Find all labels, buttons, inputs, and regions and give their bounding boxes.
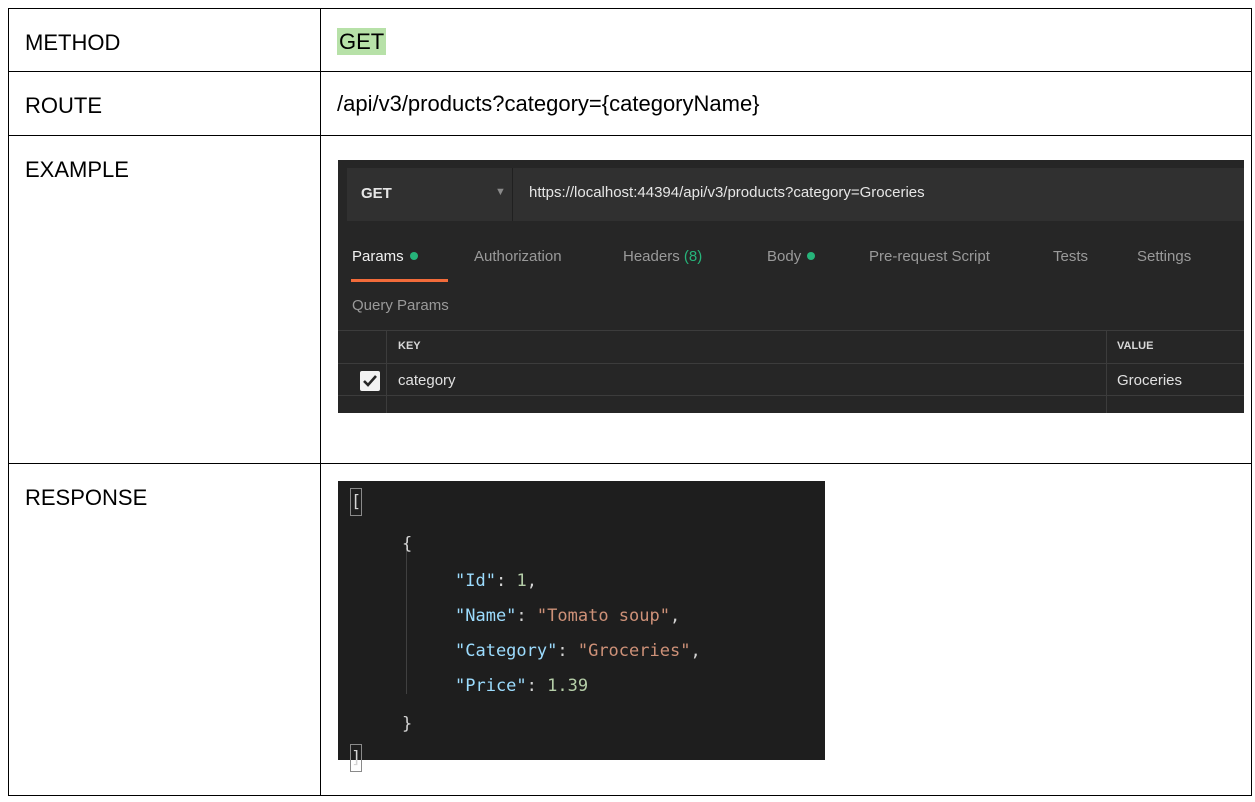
json-key: "Price": [455, 676, 527, 696]
json-colon: :: [495, 571, 517, 591]
json-key: "Category": [455, 641, 558, 661]
request-url-input[interactable]: https://localhost:44394/api/v3/products?…: [529, 184, 925, 201]
query-params-title: Query Params: [352, 297, 449, 314]
indent-guide: [406, 548, 407, 694]
method-label: METHOD: [8, 8, 321, 72]
tab-authorization[interactable]: Authorization: [474, 248, 562, 265]
example-cell: GET ▼ https://localhost:44394/api/v3/pro…: [320, 135, 1252, 464]
api-doc-table: METHOD GET ROUTE /api/v3/products?catego…: [8, 8, 1252, 796]
params-table-column-divider: [1106, 330, 1107, 413]
json-field-price: "Price": 1.39: [455, 673, 588, 699]
status-dot-icon: [409, 252, 418, 261]
json-value: 1.39: [547, 676, 589, 696]
json-comma: ,: [690, 641, 701, 661]
json-key: "Id": [455, 571, 496, 591]
tab-params[interactable]: Params: [352, 248, 418, 265]
example-label: EXAMPLE: [8, 135, 321, 464]
json-field-category: "Category": "Groceries",: [455, 638, 701, 664]
route-value: /api/v3/products?category={categoryName}: [337, 91, 760, 116]
request-method-select[interactable]: GET: [361, 185, 392, 202]
json-close-bracket: ]: [349, 744, 363, 772]
request-tabs: Params Authorization Headers (8) Body Pr…: [338, 248, 1244, 278]
param-enabled-checkbox[interactable]: [360, 371, 380, 391]
tab-settings[interactable]: Settings: [1137, 248, 1191, 265]
headers-count-badge: (8): [683, 248, 703, 265]
status-dot-icon: [807, 252, 816, 261]
json-open-bracket: [: [349, 488, 363, 516]
tab-body[interactable]: Body: [767, 248, 816, 265]
request-url-bar: GET ▼ https://localhost:44394/api/v3/pro…: [347, 168, 1244, 221]
params-table-border: [338, 395, 1244, 396]
method-highlight: GET: [337, 28, 387, 55]
json-colon: :: [557, 641, 578, 661]
params-table-border: [338, 330, 1244, 331]
json-open-brace: {: [402, 534, 413, 554]
active-tab-underline: [351, 279, 448, 282]
method-value-cell: GET: [320, 8, 1252, 72]
tab-headers[interactable]: Headers (8): [623, 248, 702, 265]
json-close-brace: }: [402, 714, 413, 734]
tab-tests[interactable]: Tests: [1053, 248, 1088, 265]
json-key: "Name": [455, 606, 517, 626]
response-row: RESPONSE [ { "Id": 1, "Name": "Tomato so…: [8, 463, 1252, 796]
json-value: 1: [516, 571, 527, 591]
route-label: ROUTE: [8, 71, 321, 136]
response-cell: [ { "Id": 1, "Name": "Tomato soup", "Cat…: [320, 463, 1252, 796]
tab-body-label: Body: [767, 248, 802, 265]
json-colon: :: [526, 676, 548, 696]
tab-pre-request-script[interactable]: Pre-request Script: [869, 248, 990, 265]
method-value: GET: [337, 28, 387, 55]
response-label: RESPONSE: [8, 463, 321, 796]
example-row: EXAMPLE GET ▼ https://localhost:44394/ap…: [8, 135, 1252, 464]
postman-screenshot: GET ▼ https://localhost:44394/api/v3/pro…: [338, 160, 1244, 413]
checkmark-icon: [363, 375, 377, 387]
params-table-border: [338, 363, 1244, 364]
chevron-down-icon[interactable]: ▼: [495, 186, 506, 198]
json-value: "Groceries": [577, 641, 691, 661]
route-value-cell: /api/v3/products?category={categoryName}: [320, 71, 1252, 136]
json-comma: ,: [526, 571, 537, 591]
param-key-cell[interactable]: category: [398, 372, 456, 389]
json-field-name: "Name": "Tomato soup",: [455, 603, 680, 629]
param-value-cell[interactable]: Groceries: [1117, 372, 1182, 389]
json-comma: ,: [669, 606, 681, 626]
json-colon: :: [516, 606, 537, 626]
key-column-header: KEY: [398, 340, 421, 352]
json-value: "Tomato soup": [536, 606, 670, 626]
value-column-header: VALUE: [1117, 340, 1154, 352]
params-table-column-divider: [386, 330, 387, 413]
url-bar-divider: [512, 168, 513, 221]
tab-params-label: Params: [352, 248, 404, 265]
tab-headers-label: Headers: [623, 248, 680, 265]
response-json-screenshot: [ { "Id": 1, "Name": "Tomato soup", "Cat…: [338, 481, 825, 772]
method-row: METHOD GET: [8, 8, 1252, 72]
route-row: ROUTE /api/v3/products?category={categor…: [8, 71, 1252, 136]
json-field-id: "Id": 1,: [455, 568, 537, 594]
